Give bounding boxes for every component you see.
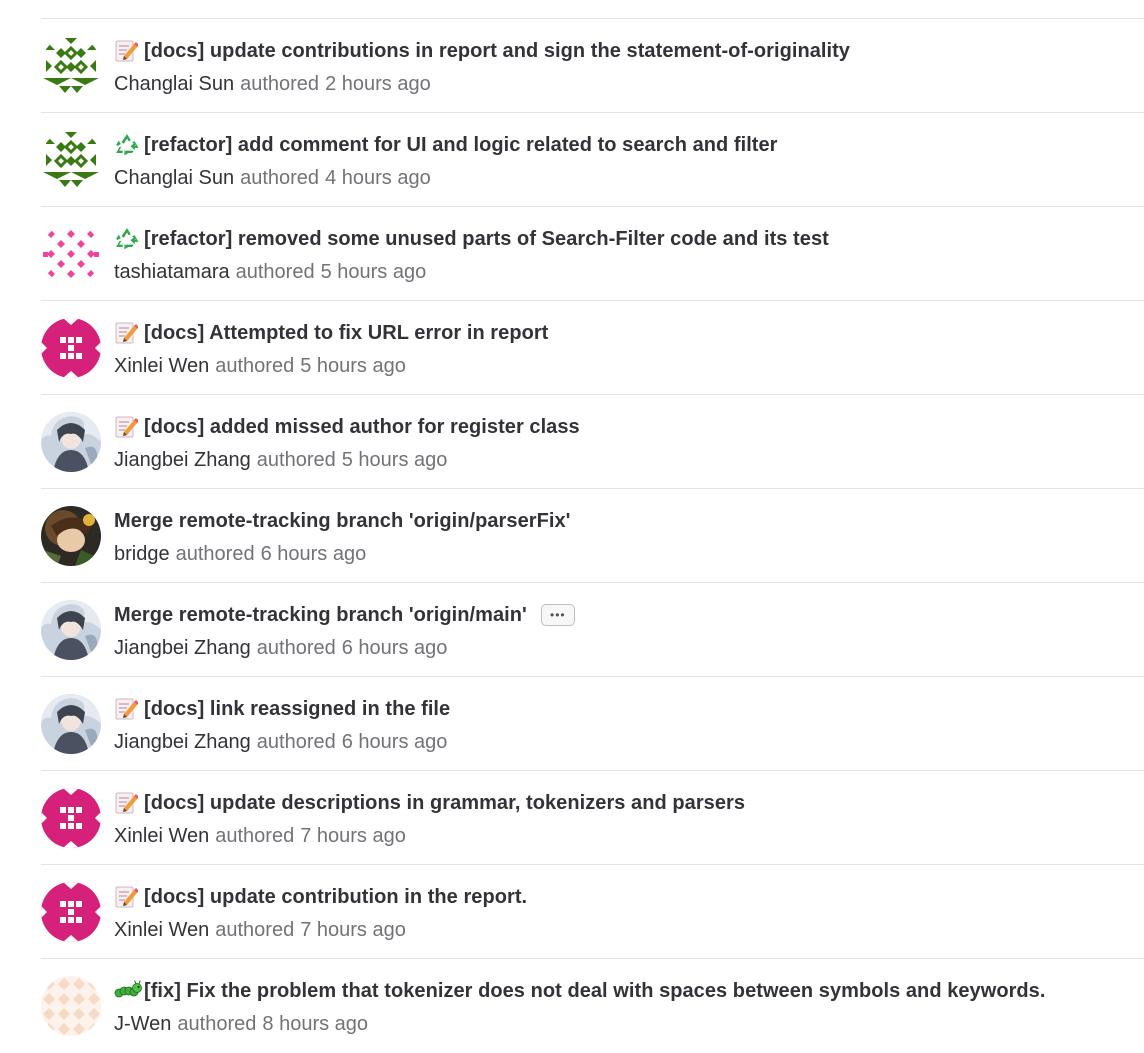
- authored-label: authored: [256, 636, 336, 659]
- commit-meta: Xinlei Wen authored 5 hours ago: [114, 353, 406, 379]
- recycle-icon: [114, 226, 144, 252]
- avatar[interactable]: [41, 412, 101, 472]
- commit-row[interactable]: [refactor] removed some unused parts of …: [0, 207, 1144, 301]
- authored-label: authored: [240, 166, 320, 189]
- commit-timestamp: 7 hours ago: [300, 824, 406, 847]
- commit-title-link[interactable]: [docs] link reassigned in the file: [144, 698, 450, 721]
- commit-meta: Changlai Sun authored 4 hours ago: [114, 165, 431, 191]
- commit-title-link[interactable]: Merge remote-tracking branch 'origin/mai…: [114, 604, 527, 627]
- commit-meta: tashiatamara authored 5 hours ago: [114, 259, 426, 285]
- commit-meta: Xinlei Wen authored 7 hours ago: [114, 823, 406, 849]
- commit-row[interactable]: [fix] Fix the problem that tokenizer doe…: [0, 959, 1144, 1053]
- avatar[interactable]: [41, 130, 101, 190]
- commit-timestamp: 5 hours ago: [300, 354, 406, 377]
- commit-title-line: [docs] link reassigned in the file: [114, 696, 450, 722]
- commit-meta: Jiangbei Zhang authored 5 hours ago: [114, 447, 447, 473]
- commit-row[interactable]: [docs] update descriptions in grammar, t…: [0, 771, 1144, 865]
- memo-icon: [114, 414, 144, 440]
- commit-author-link[interactable]: Jiangbei Zhang: [114, 637, 251, 660]
- authored-label: authored: [235, 260, 315, 283]
- commit-title-link[interactable]: [refactor] add comment for UI and logic …: [144, 134, 778, 157]
- commit-title-link[interactable]: [docs] update contributions in report an…: [144, 40, 850, 63]
- commit-timestamp: 7 hours ago: [300, 918, 406, 941]
- commit-author-link[interactable]: Jiangbei Zhang: [114, 449, 251, 472]
- commit-meta: Changlai Sun authored 2 hours ago: [114, 71, 431, 97]
- commit-title-link[interactable]: [docs] update descriptions in grammar, t…: [144, 792, 745, 815]
- memo-icon: [114, 884, 144, 910]
- commit-title-line: [docs] Attempted to fix URL error in rep…: [114, 320, 548, 346]
- commit-author-link[interactable]: J-Wen: [114, 1013, 171, 1036]
- avatar[interactable]: [41, 882, 101, 942]
- commit-title-line: [fix] Fix the problem that tokenizer doe…: [114, 978, 1045, 1004]
- commit-author-link[interactable]: tashiatamara: [114, 261, 230, 284]
- commit-meta: J-Wen authored 8 hours ago: [114, 1011, 368, 1037]
- commit-row[interactable]: Merge remote-tracking branch 'origin/mai…: [0, 583, 1144, 677]
- memo-icon: [114, 790, 144, 816]
- commit-title-line: Merge remote-tracking branch 'origin/mai…: [114, 602, 575, 628]
- authored-label: authored: [175, 542, 255, 565]
- commit-timestamp: 5 hours ago: [320, 260, 427, 283]
- authored-label: authored: [215, 824, 295, 847]
- toggle-commit-description-button[interactable]: •••: [540, 604, 575, 626]
- avatar[interactable]: [41, 600, 101, 660]
- commit-row[interactable]: [docs] link reassigned in the file Jiangb…: [0, 677, 1144, 771]
- commit-row[interactable]: [docs] Attempted to fix URL error in rep…: [0, 301, 1144, 395]
- avatar[interactable]: [41, 224, 101, 284]
- commit-timestamp: 6 hours ago: [260, 542, 367, 565]
- caterpillar-icon: [114, 978, 144, 1004]
- avatar[interactable]: [41, 506, 101, 566]
- commit-timestamp: 8 hours ago: [262, 1012, 369, 1035]
- commit-row[interactable]: [refactor] add comment for UI and logic …: [0, 113, 1144, 207]
- commit-author-link[interactable]: Changlai Sun: [114, 167, 234, 190]
- commit-author-link[interactable]: Xinlei Wen: [114, 919, 209, 942]
- avatar[interactable]: [41, 318, 101, 378]
- commit-title-link[interactable]: Merge remote-tracking branch 'origin/par…: [114, 510, 570, 533]
- commit-author-link[interactable]: Xinlei Wen: [114, 355, 209, 378]
- commit-meta: Jiangbei Zhang authored 6 hours ago: [114, 729, 447, 755]
- commit-row[interactable]: Merge remote-tracking branch 'origin/par…: [0, 489, 1144, 583]
- commit-title-link[interactable]: [docs] Attempted to fix URL error in rep…: [144, 322, 548, 345]
- commit-author-link[interactable]: bridge: [114, 543, 170, 566]
- commit-meta: Jiangbei Zhang authored 6 hours ago: [114, 635, 447, 661]
- avatar[interactable]: [41, 694, 101, 754]
- commit-row[interactable]: [docs] update contribution in the report…: [0, 865, 1144, 959]
- commit-timestamp: 4 hours ago: [325, 166, 431, 189]
- authored-label: authored: [215, 354, 295, 377]
- commit-timestamp: 6 hours ago: [341, 636, 448, 659]
- authored-label: authored: [177, 1012, 257, 1035]
- memo-icon: [114, 696, 144, 722]
- commit-meta: Xinlei Wen authored 7 hours ago: [114, 917, 406, 943]
- avatar[interactable]: [41, 976, 101, 1036]
- commit-author-link[interactable]: Xinlei Wen: [114, 825, 209, 848]
- commit-title-link[interactable]: [docs] update contribution in the report…: [144, 886, 527, 909]
- commit-row[interactable]: [docs] added missed author for register …: [0, 395, 1144, 489]
- authored-label: authored: [215, 918, 295, 941]
- commit-meta: bridge authored 6 hours ago: [114, 541, 366, 567]
- commit-title-line: [refactor] add comment for UI and logic …: [114, 132, 778, 158]
- commit-timestamp: 6 hours ago: [341, 730, 448, 753]
- avatar[interactable]: [41, 36, 101, 96]
- avatar[interactable]: [41, 788, 101, 848]
- authored-label: authored: [256, 730, 336, 753]
- commit-timestamp: 2 hours ago: [325, 72, 431, 95]
- memo-icon: [114, 320, 144, 346]
- commit-title-line: [docs] added missed author for register …: [114, 414, 580, 440]
- commit-timestamp: 5 hours ago: [341, 448, 448, 471]
- commit-title-line: [docs] update contributions in report an…: [114, 38, 850, 64]
- commit-title-line: Merge remote-tracking branch 'origin/par…: [114, 508, 570, 534]
- authored-label: authored: [256, 448, 336, 471]
- commit-author-link[interactable]: Changlai Sun: [114, 73, 234, 96]
- commit-title-line: [docs] update descriptions in grammar, t…: [114, 790, 745, 816]
- commit-title-line: [refactor] removed some unused parts of …: [114, 226, 829, 252]
- commit-title-link[interactable]: [docs] added missed author for register …: [144, 416, 580, 439]
- commit-title-link[interactable]: [refactor] removed some unused parts of …: [144, 228, 829, 251]
- commit-title-line: [docs] update contribution in the report…: [114, 884, 527, 910]
- commit-row[interactable]: [docs] update contributions in report an…: [0, 19, 1144, 113]
- commit-title-link[interactable]: [fix] Fix the problem that tokenizer doe…: [144, 980, 1045, 1003]
- commit-author-link[interactable]: Jiangbei Zhang: [114, 731, 251, 754]
- recycle-icon: [114, 132, 144, 158]
- authored-label: authored: [240, 72, 320, 95]
- memo-icon: [114, 38, 144, 64]
